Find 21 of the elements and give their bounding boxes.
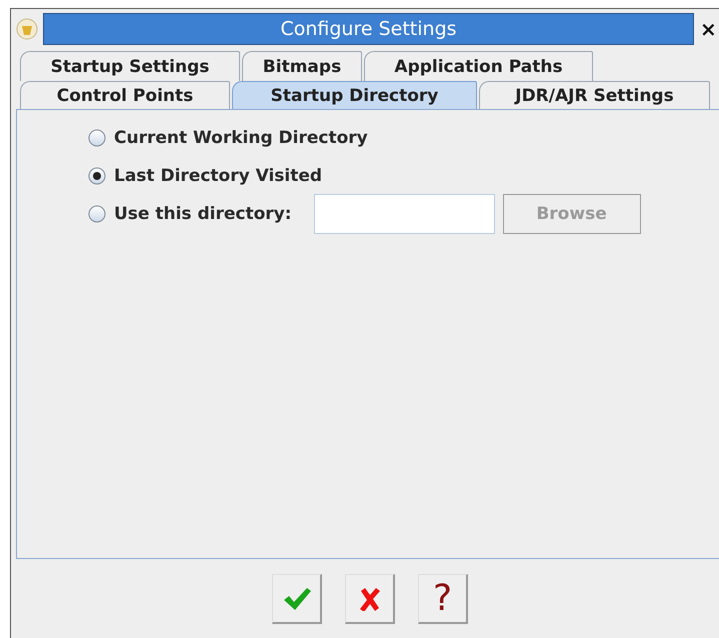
radio-button[interactable] <box>88 129 106 147</box>
radio-label[interactable]: Use this directory: <box>114 204 292 224</box>
app-icon <box>15 17 39 41</box>
directory-field[interactable] <box>314 194 495 234</box>
radio-label[interactable]: Current Working Directory <box>114 128 368 148</box>
tab[interactable]: Startup Settings <box>20 51 240 81</box>
cancel-button[interactable] <box>345 574 395 624</box>
cross-icon <box>358 586 380 610</box>
tab[interactable]: JDR/AJR Settings <box>479 81 710 109</box>
tab[interactable]: Application Paths <box>364 51 593 81</box>
checkmark-icon <box>282 586 312 612</box>
radio-button[interactable] <box>88 167 106 185</box>
close-button[interactable]: × <box>700 17 717 41</box>
tab[interactable]: Bitmaps <box>242 51 362 81</box>
tab[interactable]: Control Points <box>20 81 230 109</box>
window-title: Configure Settings <box>43 13 694 45</box>
ok-button[interactable] <box>272 574 322 624</box>
radio-button[interactable] <box>88 205 106 223</box>
help-button[interactable]: ? <box>418 574 468 624</box>
tab[interactable]: Startup Directory <box>232 81 477 109</box>
radio-label[interactable]: Last Directory Visited <box>114 166 322 186</box>
